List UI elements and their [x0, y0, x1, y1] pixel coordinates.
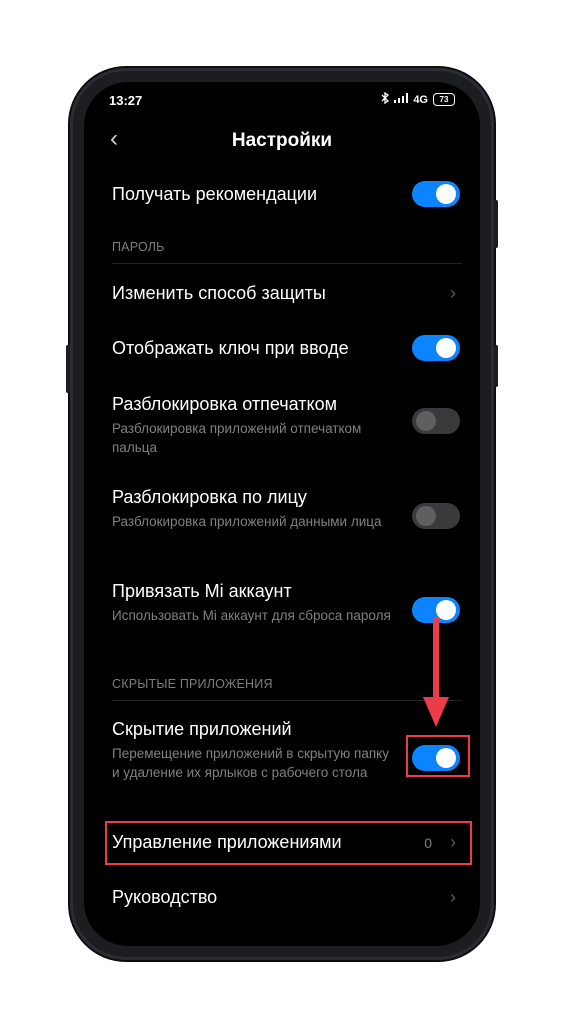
- row-title: Привязать Mi аккаунт: [112, 581, 292, 601]
- row-subtitle: Разблокировка приложений отпечатком паль…: [112, 421, 362, 455]
- side-button-left: [66, 345, 70, 393]
- toggle-face-unlock[interactable]: [412, 503, 460, 529]
- divider: [112, 263, 462, 264]
- volume-button: [494, 345, 498, 387]
- row-title: Разблокировка по лицу: [112, 487, 307, 507]
- row-change-protection[interactable]: Изменить способ защиты: [112, 283, 460, 304]
- toggle-fingerprint[interactable]: [412, 408, 460, 434]
- row-title: Изменить способ защиты: [112, 283, 326, 303]
- toggle-knob: [436, 184, 456, 204]
- chevron-right-icon: ›: [450, 887, 456, 907]
- row-fingerprint[interactable]: Разблокировка отпечатком Разблокировка п…: [112, 394, 460, 457]
- toggle-knob: [416, 506, 436, 526]
- toggle-knob: [416, 411, 436, 431]
- screen: 13:27 4G 73 ‹ Настройки Получать рекомен…: [84, 82, 480, 946]
- page-title: Настройки: [231, 130, 333, 151]
- annotation-arrow-down-icon: [423, 697, 449, 727]
- highlight-manage-apps-frame: [105, 821, 472, 865]
- network-type: 4G: [413, 93, 428, 106]
- row-title: Получать рекомендации: [112, 184, 318, 204]
- chevron-right-icon: ›: [450, 283, 456, 303]
- section-hidden-apps: СКРЫТЫЕ ПРИЛОЖЕНИЯ: [112, 677, 273, 691]
- row-face-unlock[interactable]: Разблокировка по лицу Разблокировка прил…: [112, 487, 460, 531]
- row-subtitle: Использовать Mi аккаунт для сброса парол…: [112, 608, 391, 623]
- toggle-knob: [436, 600, 456, 620]
- row-title: Разблокировка отпечатком: [112, 394, 337, 414]
- divider: [112, 700, 462, 701]
- signal-icon: [394, 93, 409, 106]
- toggle-recommendations[interactable]: [412, 181, 460, 207]
- row-subtitle: Перемещение приложений в скрытую папку и…: [112, 746, 389, 780]
- section-password: ПАРОЛЬ: [112, 240, 165, 254]
- status-time: 13:27: [109, 93, 143, 108]
- row-subtitle: Разблокировка приложений данными лица: [112, 514, 382, 529]
- row-recommendations[interactable]: Получать рекомендации: [112, 184, 460, 205]
- row-guide[interactable]: Руководство: [112, 887, 460, 908]
- toggle-knob: [436, 338, 456, 358]
- row-title: Руководство: [112, 887, 218, 907]
- status-icons: 4G 73: [381, 91, 455, 107]
- battery-icon: 73: [433, 93, 455, 106]
- header: ‹ Настройки: [84, 126, 480, 156]
- highlight-toggle-frame: [406, 735, 470, 777]
- toggle-show-key[interactable]: [412, 335, 460, 361]
- annotation-arrow-shaft: [433, 617, 439, 699]
- row-show-key[interactable]: Отображать ключ при вводе: [112, 338, 460, 359]
- bluetooth-icon: [381, 91, 390, 107]
- status-bar: 13:27 4G 73: [109, 90, 455, 110]
- row-mi-account[interactable]: Привязать Mi аккаунт Использовать Mi акк…: [112, 581, 460, 625]
- power-button: [494, 200, 498, 248]
- row-title: Отображать ключ при вводе: [112, 338, 349, 358]
